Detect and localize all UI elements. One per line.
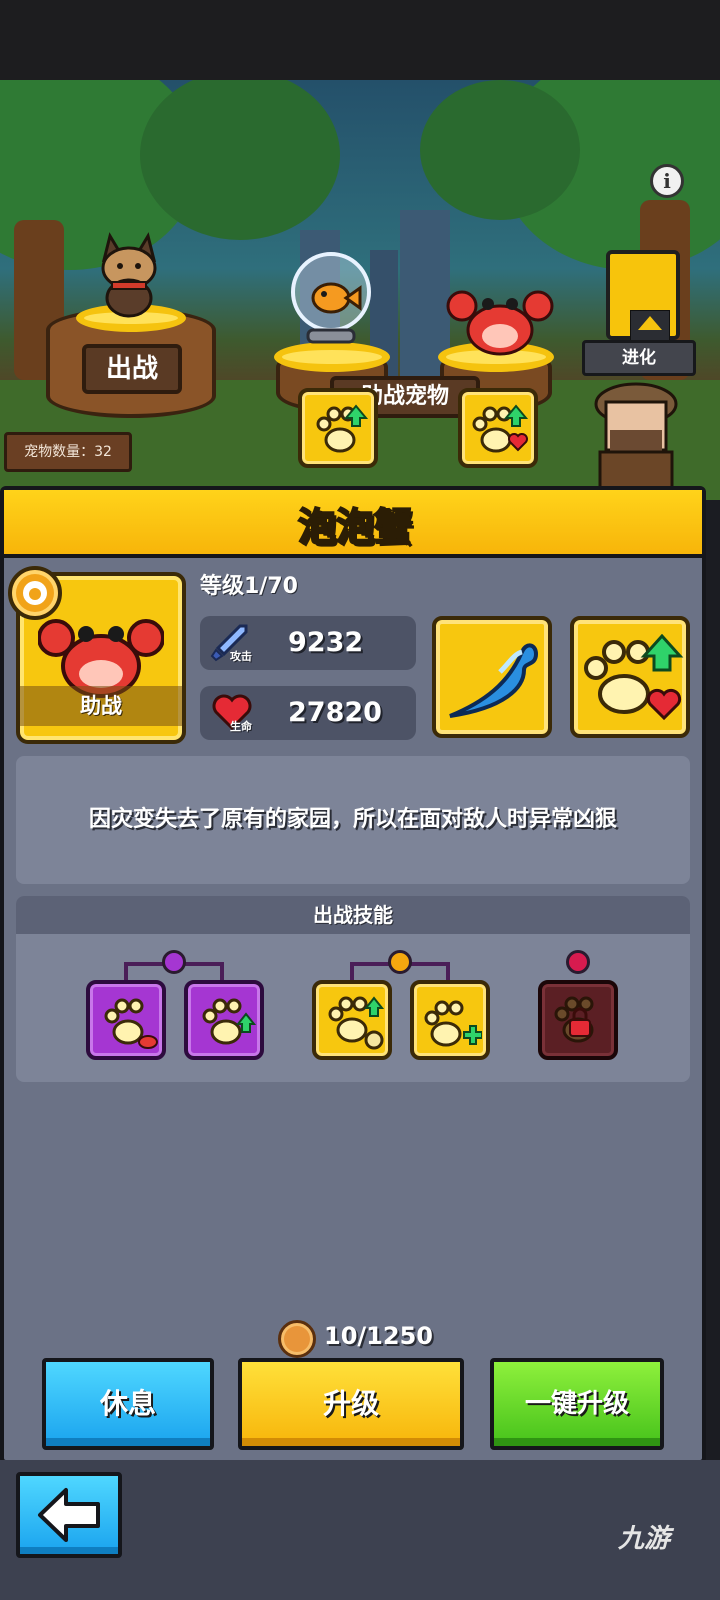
npc-character [594,382,678,500]
rank-badge-icon [8,566,62,620]
rest-button[interactable]: 休息 [42,1358,214,1450]
lion-coin-icon [278,1320,316,1358]
lion-icon [23,581,47,605]
upgrade-cost: 10/1250 [278,1320,478,1360]
up-arrow-icon [630,310,670,342]
paw-icon [316,404,368,453]
tree-canopy [420,80,580,220]
info-icon[interactable]: i [650,164,684,198]
evolve-button[interactable]: 进化 [582,340,696,376]
deploy-sign[interactable]: 出战 [82,344,182,394]
hp-value: 27820 [288,697,382,728]
pet-name-title: 泡泡蟹 [297,504,413,550]
paw-heart-icon [472,404,528,453]
tier-dot-orange [388,950,412,974]
attack-value: 9232 [288,627,364,658]
crab-pet-icon[interactable] [446,284,554,360]
paw-up-icon [202,998,256,1045]
tier-dot-red [566,950,590,974]
paw-crab-icon [104,998,158,1049]
auto-upgrade-button[interactable]: 一键升级 [490,1358,664,1450]
skill-slot-3[interactable] [312,980,392,1060]
skill-slot-2[interactable] [184,980,264,1060]
battle-skills-header: 出战技能 [16,896,690,934]
skill-card-wave[interactable] [432,616,552,738]
tier-dot-purple [162,950,186,974]
skill-slot-locked[interactable] [538,980,618,1060]
status-bar [0,0,720,80]
paw-heart-icon [584,634,684,721]
pet-description: 因灾变失去了原有的家园，所以在面对敌人时异常凶狠 [88,807,617,832]
support-slot-2[interactable] [458,388,538,468]
pet-description-box: 因灾变失去了原有的家园，所以在面对敌人时异常凶狠 [16,756,690,884]
upgrade-button[interactable]: 升级 [238,1358,464,1450]
dog-pet-icon[interactable] [92,230,168,320]
skill-slot-1[interactable] [86,980,166,1060]
paw-heal-icon [424,1000,482,1047]
paw-gear-icon [328,996,384,1050]
water-wave-icon [449,643,539,718]
watermark-text: 九游 [618,1524,671,1554]
fishbowl-pet-icon[interactable] [288,252,374,348]
back-arrow-icon [38,1488,100,1542]
support-slot-1[interactable] [298,388,378,468]
hp-tag: 生命 [230,720,252,733]
tree-canopy [140,80,340,240]
back-button[interactable] [16,1472,122,1558]
pet-role-label: 助战 [20,686,182,726]
lock-icon [554,996,594,1043]
pet-count-label: 宠物数量：32 [4,432,132,472]
skill-slot-4[interactable] [410,980,490,1060]
hp-stat: 生命 27820 [200,686,416,740]
attack-tag: 攻击 [230,650,252,663]
skill-card-paw-heart[interactable] [570,616,690,738]
upgrade-cost-text: 10/1250 [324,1322,433,1350]
attack-stat: 攻击 9232 [200,616,416,670]
pet-level: 等级1/70 [200,574,298,599]
